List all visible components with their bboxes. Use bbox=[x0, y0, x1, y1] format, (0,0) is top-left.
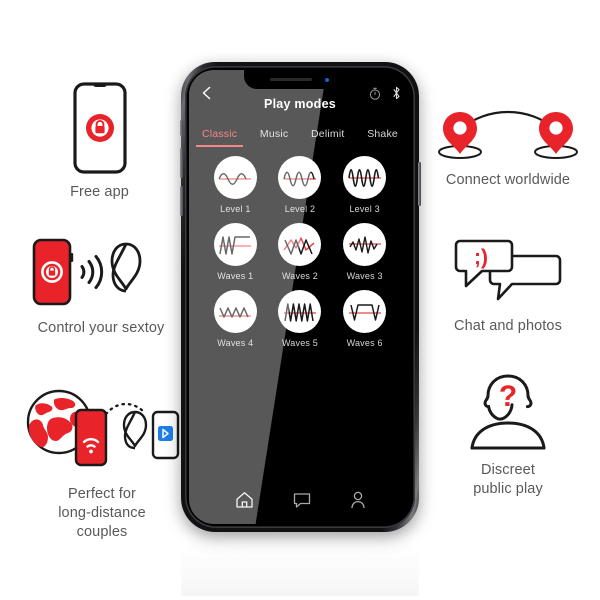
phone-lock-icon bbox=[72, 82, 127, 174]
feature-caption: Free app bbox=[70, 184, 129, 200]
feature-chat-photos: ;) Chat and photos bbox=[432, 238, 584, 336]
phone-signal-toy-icon bbox=[26, 236, 176, 310]
tab-shake[interactable]: Shake bbox=[367, 128, 398, 147]
tab-delimit[interactable]: Delimit bbox=[311, 128, 345, 147]
mode-tabs: Classic Music Delimit Shake bbox=[189, 122, 411, 147]
map-pins-arc-icon bbox=[432, 108, 584, 162]
person-question-icon: ? bbox=[460, 372, 556, 452]
mode-level-2[interactable]: Level 2 bbox=[278, 156, 322, 214]
feature-discreet-play: ? Discreet public play bbox=[443, 372, 573, 499]
wave-wide-zigzag-icon bbox=[278, 223, 322, 266]
mode-waves-5[interactable]: Waves 5 bbox=[278, 290, 322, 348]
reflected-profile-icon bbox=[356, 546, 370, 564]
globe-phone-toy-bluetooth-icon bbox=[22, 388, 182, 476]
mode-grid: Level 1 Level 2 Level 3 Waves 1 Waves 2 … bbox=[189, 147, 411, 348]
tab-music[interactable]: Music bbox=[260, 128, 288, 147]
reflection-body bbox=[181, 534, 419, 596]
wave-square-plateau-icon bbox=[343, 290, 387, 333]
wave-ramp-zigzag-icon bbox=[343, 223, 387, 266]
mode-label: Waves 5 bbox=[281, 338, 319, 348]
power-button[interactable] bbox=[417, 162, 421, 206]
question-glyph: ? bbox=[499, 380, 517, 413]
mode-label: Waves 4 bbox=[217, 338, 254, 348]
wave-small-zigzag-icon bbox=[213, 290, 257, 333]
back-arrow-icon[interactable] bbox=[200, 86, 214, 100]
reflected-home-icon bbox=[230, 547, 247, 563]
chat-icon[interactable] bbox=[293, 492, 311, 514]
wave-medium-sine-icon bbox=[278, 156, 322, 199]
tab-classic[interactable]: Classic bbox=[195, 128, 244, 147]
phone-frame: Play modes Classic Music Delimit Shake L… bbox=[179, 62, 421, 532]
chat-emoticon: ;) bbox=[474, 246, 488, 269]
mode-waves-4[interactable]: Waves 4 bbox=[213, 290, 257, 348]
wave-fast-sine-icon bbox=[343, 156, 387, 199]
silent-switch[interactable] bbox=[179, 120, 183, 136]
phone-notch bbox=[244, 70, 356, 89]
feature-caption: Discreet public play bbox=[473, 462, 543, 498]
mode-level-1[interactable]: Level 1 bbox=[213, 156, 257, 214]
feature-long-distance: Perfect for long-distance couples bbox=[18, 388, 186, 542]
mode-waves-6[interactable]: Waves 6 bbox=[343, 290, 387, 348]
wave-gentle-sine-icon bbox=[213, 156, 257, 199]
phone-mockup: Play modes Classic Music Delimit Shake L… bbox=[179, 62, 421, 532]
mode-label: Level 2 bbox=[284, 204, 316, 214]
bottom-nav bbox=[189, 491, 411, 514]
phone-screen: Play modes Classic Music Delimit Shake L… bbox=[189, 70, 411, 524]
feature-free-app: Free app bbox=[22, 82, 177, 202]
volume-up-button[interactable] bbox=[179, 148, 183, 178]
speech-bubbles-icon: ;) bbox=[450, 238, 566, 308]
reflected-chat-icon bbox=[293, 548, 310, 563]
header-icons bbox=[369, 86, 401, 105]
phone-reflection bbox=[181, 534, 419, 596]
mode-label: Waves 6 bbox=[346, 338, 383, 348]
mode-label: Level 1 bbox=[220, 204, 251, 214]
home-icon[interactable] bbox=[235, 491, 254, 514]
timer-icon[interactable] bbox=[369, 87, 381, 105]
feature-caption: Perfect for long-distance couples bbox=[58, 486, 146, 541]
bluetooth-icon[interactable] bbox=[392, 86, 401, 105]
mode-level-3[interactable]: Level 3 bbox=[343, 156, 387, 214]
earpiece-speaker bbox=[270, 78, 312, 81]
mode-label: Waves 1 bbox=[217, 271, 254, 281]
feature-connect-worldwide: Connect worldwide bbox=[424, 108, 592, 190]
mode-waves-2[interactable]: Waves 2 bbox=[278, 223, 322, 281]
feature-control-sextoy: Control your sextoy bbox=[18, 236, 184, 338]
mode-waves-1[interactable]: Waves 1 bbox=[213, 223, 257, 281]
mode-label: Waves 3 bbox=[346, 271, 383, 281]
app-ui: Play modes Classic Music Delimit Shake L… bbox=[189, 70, 411, 524]
poster-stage: Free app Control your sextoy Perfect for… bbox=[0, 0, 600, 600]
feature-caption: Chat and photos bbox=[454, 318, 562, 334]
front-camera-icon bbox=[325, 77, 329, 82]
profile-icon[interactable] bbox=[350, 491, 366, 514]
feature-caption: Control your sextoy bbox=[37, 320, 165, 336]
wave-dense-zigzag-icon bbox=[278, 290, 322, 333]
volume-down-button[interactable] bbox=[179, 186, 183, 216]
wave-spikes-plateau-icon bbox=[213, 223, 257, 266]
reflection-nav bbox=[181, 546, 419, 564]
mode-waves-3[interactable]: Waves 3 bbox=[343, 223, 387, 281]
feature-caption: Connect worldwide bbox=[445, 172, 571, 188]
mode-label: Waves 2 bbox=[281, 271, 319, 281]
mode-label: Level 3 bbox=[349, 204, 380, 214]
